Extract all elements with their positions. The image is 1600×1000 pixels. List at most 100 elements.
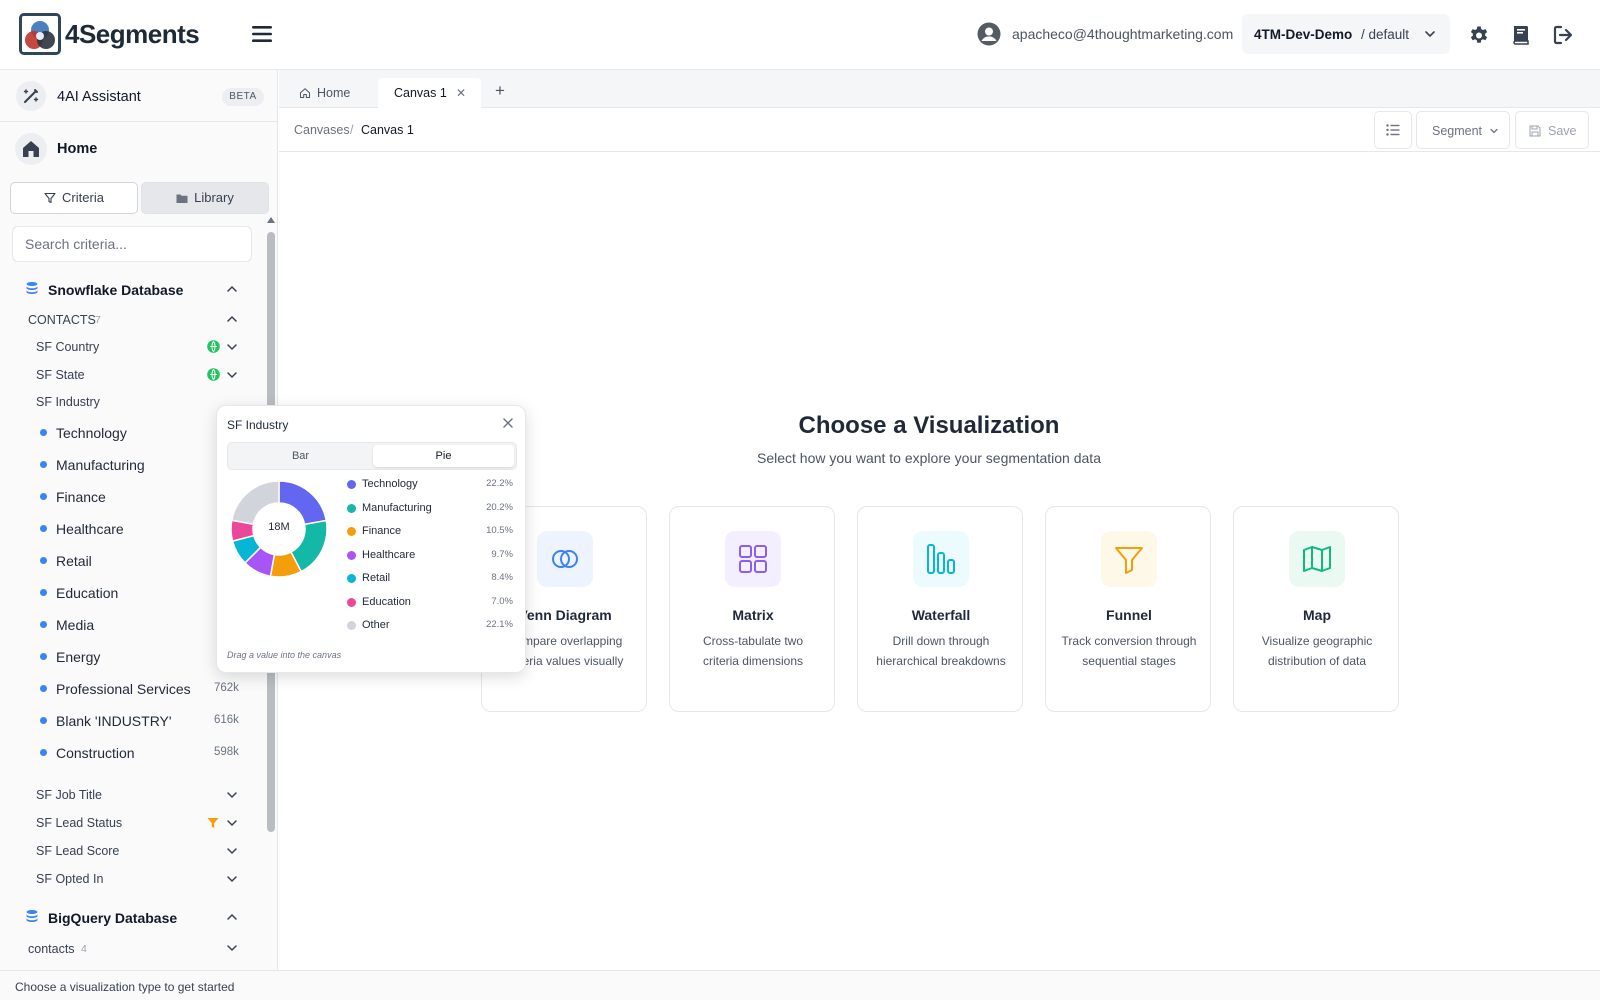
popup-title: SF Industry [227, 418, 289, 432]
workspace-selector[interactable]: 4TM-Dev-Demo / default [1242, 14, 1450, 54]
chevron-up-icon[interactable] [226, 313, 238, 325]
home-item[interactable]: Home [0, 122, 277, 174]
list-view-button[interactable] [1374, 111, 1412, 149]
field-sf-lead-score[interactable]: SF Lead Score [36, 844, 119, 858]
status-text: Choose a visualization type to get start… [15, 980, 235, 994]
legend-dot [347, 574, 356, 583]
ai-assistant-item[interactable]: 4AI Assistant BETA [0, 70, 277, 122]
field-sf-state[interactable]: SF State [36, 368, 85, 382]
logout-icon[interactable] [1551, 23, 1575, 47]
legend-item[interactable]: Finance 10.5% [347, 524, 519, 540]
app-name[interactable]: 4Segments [65, 19, 200, 50]
legend-item[interactable]: Retail 8.4% [347, 571, 519, 587]
docs-book-icon[interactable] [1509, 23, 1533, 47]
value-dot [40, 493, 47, 500]
toggle-bar[interactable]: Bar [230, 445, 371, 467]
card-map[interactable]: Map Visualize geographic distribution of… [1233, 506, 1399, 712]
value-dot [40, 461, 47, 468]
chevron-down-icon[interactable] [226, 873, 238, 885]
value-dot [40, 653, 47, 660]
scroll-up-icon[interactable] [266, 216, 276, 224]
search-criteria-input[interactable] [12, 226, 252, 262]
toggle-pie[interactable]: Pie [373, 445, 514, 467]
legend-label: Technology [362, 478, 418, 490]
chevron-up-icon[interactable] [226, 283, 238, 295]
list-item[interactable]: Construction 598k [40, 742, 260, 770]
tab-criteria[interactable]: Criteria [10, 182, 138, 214]
segment-dropdown[interactable]: Segment [1416, 111, 1510, 149]
legend-item[interactable]: Healthcare 9.7% [347, 548, 519, 564]
pie-slice-other[interactable] [230, 480, 280, 526]
chevron-up-icon[interactable] [226, 911, 238, 923]
tab-canvas-1[interactable]: Canvas 1 ✕ [378, 78, 481, 108]
app-logo[interactable] [19, 13, 61, 55]
chevron-down-icon[interactable] [226, 341, 238, 353]
legend-item[interactable]: Education 7.0% [347, 595, 519, 611]
field-sf-opted-in[interactable]: SF Opted In [36, 872, 103, 886]
legend-label: Retail [362, 572, 391, 584]
user-avatar-icon[interactable] [977, 22, 1001, 46]
close-tab-icon[interactable]: ✕ [456, 78, 466, 108]
legend-item[interactable]: Manufacturing 20.2% [347, 501, 519, 517]
card-description: Visualize geographic distribution of dat… [1261, 634, 1373, 668]
field-sf-lead-status[interactable]: SF Lead Status [36, 816, 122, 830]
chevron-down-icon[interactable] [226, 789, 238, 801]
legend-item[interactable]: Other 22.1% [347, 618, 519, 634]
chevron-down-icon[interactable] [226, 942, 238, 954]
bars-icon [913, 531, 969, 587]
card-description: Track conversion through sequential stag… [1061, 634, 1197, 668]
folder-icon [176, 194, 188, 203]
value-count: 616k [214, 714, 239, 726]
legend-label: Other [362, 619, 390, 631]
user-email: apacheco@4thoughtmarketing.com [1012, 26, 1234, 42]
card-waterfall[interactable]: Waterfall Drill down through hierarchica… [857, 506, 1023, 712]
tab-criteria-label: Criteria [62, 190, 104, 205]
legend-percent: 22.2% [486, 478, 513, 489]
tab-library-label: Library [194, 190, 234, 205]
value-dot [40, 525, 47, 532]
list-item[interactable]: Blank 'INDUSTRY' 616k [40, 710, 260, 738]
popup-hint: Drag a value into the canvas [227, 650, 342, 660]
field-sf-industry[interactable]: SF Industry [36, 395, 100, 409]
tab-canvas-label: Canvas 1 [394, 86, 447, 100]
value-label: Manufacturing [56, 457, 145, 473]
table-contacts-bigquery[interactable]: contacts [28, 942, 75, 956]
filter-outline-icon [44, 192, 56, 204]
logo-mark-icon [22, 16, 58, 52]
field-sf-job-title[interactable]: SF Job Title [36, 788, 102, 802]
legend-percent: 20.2% [486, 501, 513, 513]
legend-item[interactable]: Technology 22.2% [347, 477, 519, 493]
chevron-down-icon[interactable] [226, 817, 238, 829]
add-tab-button[interactable]: + [495, 81, 505, 101]
breadcrumb-canvases[interactable]: Canvases [294, 123, 350, 137]
chevron-down-icon[interactable] [226, 845, 238, 857]
magic-wand-icon [16, 81, 46, 111]
card-title: Funnel [1106, 607, 1152, 623]
table-contacts[interactable]: CONTACTS [28, 313, 96, 327]
database-snowflake-title[interactable]: Snowflake Database [48, 282, 183, 298]
pie-slice-technology[interactable] [278, 480, 328, 526]
value-label: Education [56, 585, 119, 601]
value-label: Blank 'INDUSTRY' [56, 713, 172, 729]
close-icon[interactable] [502, 417, 514, 429]
industry-popup[interactable]: SF Industry Bar Pie 18M Technology 22.2% M… [216, 405, 526, 673]
breadcrumb: Canvases / Canvas 1 Segment Save [279, 108, 1600, 152]
field-sf-country[interactable]: SF Country [36, 340, 99, 354]
database-bigquery-title[interactable]: BigQuery Database [48, 910, 177, 926]
value-dot [40, 557, 47, 564]
card-funnel[interactable]: Funnel Track conversion through sequenti… [1045, 506, 1211, 712]
settings-gear-icon[interactable] [1467, 23, 1491, 47]
legend-percent: 22.1% [486, 619, 513, 630]
chevron-down-icon[interactable] [226, 369, 238, 381]
legend-percent: 10.5% [486, 525, 513, 536]
workspace-name: 4TM-Dev-Demo [1254, 27, 1353, 42]
value-label: Technology [56, 425, 127, 441]
tab-library[interactable]: Library [141, 182, 269, 214]
save-button[interactable]: Save [1515, 111, 1589, 149]
tab-home[interactable]: Home [299, 78, 350, 108]
card-matrix[interactable]: Matrix Cross-tabulate two criteria dimen… [669, 506, 835, 712]
list-item[interactable]: Professional Services 762k [40, 678, 260, 706]
table-contacts-bigquery-count: 4 [81, 943, 87, 955]
breadcrumb-current: Canvas 1 [361, 123, 414, 137]
menu-icon[interactable] [249, 22, 275, 46]
